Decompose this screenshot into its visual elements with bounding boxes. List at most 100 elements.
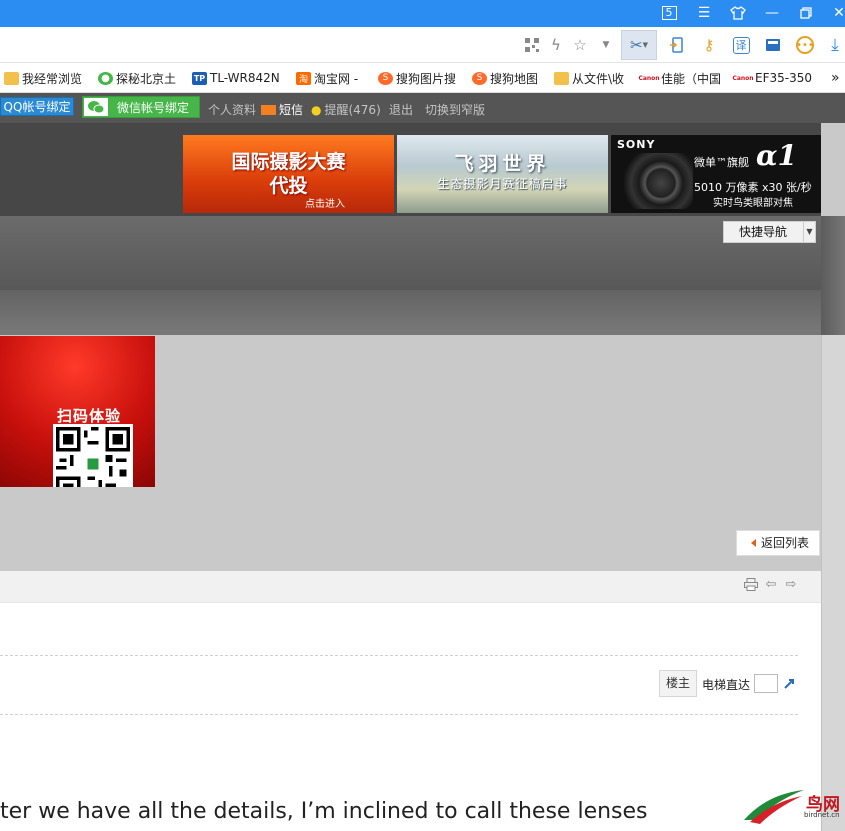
star-icon[interactable]: ☆ [570,35,590,55]
close-icon[interactable]: ✕ [829,4,845,22]
post-body-text: ter we have all the details, I’m incline… [0,799,648,824]
bookmark-label: 从文件\收 [572,71,625,86]
reminders-link[interactable]: ● 提醒(476) [311,101,381,118]
key-icon[interactable]: ⚷ [699,35,719,55]
elevator-label: 电梯直达 [702,678,751,692]
bookmark-item[interactable]: Canon 佳能（中国 [638,69,722,87]
translate-icon[interactable]: 译 [731,35,751,55]
sogou-icon: S [378,71,393,85]
minimize-icon[interactable]: — [762,4,782,22]
ad-title: 微单™旗舰 [694,156,749,169]
taobao-icon: 淘 [296,71,311,85]
screen-icon[interactable] [763,35,783,55]
logout-link[interactable]: 退出 [389,101,413,118]
messages-label: 短信 [279,103,304,117]
quick-nav-button[interactable]: 快捷导航 ▼ [723,221,816,243]
ad-subtitle: 代投 [269,175,308,197]
bookmarks-more-button[interactable]: » [831,69,840,87]
page-scrollbar[interactable] [821,335,845,831]
switch-width-link[interactable]: 切换到窄版 [425,101,485,118]
profile-link[interactable]: 个人资料 [208,101,256,118]
next-thread-icon[interactable]: ⇨ [783,576,799,592]
caret-left-icon [751,539,756,547]
envelope-icon [261,105,276,115]
ad-banner-feather-world[interactable]: 飞羽世界 生态摄影月赛征稿启事 [397,135,608,213]
bookmark-item[interactable]: TP TL-WR842N [192,69,280,87]
ad-cta: 点击进入 [305,199,345,210]
bird-logo-icon [744,790,804,824]
qr-code-icon[interactable] [522,35,542,55]
bookmark-label: 我经常浏览 [22,71,83,86]
lightning-icon[interactable]: ϟ [546,35,566,55]
download-icon[interactable]: ⤓ [825,35,845,55]
floor-number-input[interactable] [754,674,778,693]
ad-banner-contest[interactable]: 国际摄影大赛 代投 点击进入 [183,135,394,213]
ad-line1: 5010 万像素 x30 张/秒 [694,181,812,194]
emoji-icon[interactable]: ••• [795,35,815,55]
ad-brand: SONY [617,138,656,151]
post-panel-header: ⇦ ⇨ [0,571,821,603]
qq-bind-button[interactable]: QQ帐号绑定 [0,97,74,116]
restore-icon[interactable] [796,4,816,22]
reminders-label: 提醒(476) [324,103,381,117]
tp-link-icon: TP [192,71,207,85]
birdnet-logo: 鸟网 birdnet.cn [742,784,842,830]
print-icon[interactable] [743,576,759,592]
tab-count-label: 5 [661,6,677,20]
tab-count-icon[interactable]: 5 [659,4,679,22]
ad-title: 国际摄影大赛 [231,151,346,173]
dropdown-icon[interactable]: ▼ [596,35,616,55]
qr-promo-banner[interactable]: 扫码体验 [0,336,155,487]
wechat-bind-label: 微信帐号绑定 [117,101,190,115]
back-to-list-button[interactable]: 返回列表 [736,530,820,556]
messages-link[interactable]: 短信 [261,101,303,118]
camera-icon [621,153,693,209]
bookmark-item[interactable]: 从文件\收 [554,69,624,87]
canon-icon: Canon [732,74,754,82]
bookmark-label: TL-WR842N [210,71,280,85]
ad-title: 飞羽世界 [454,153,551,175]
bookmark-item[interactable]: S 搜狗地图 [472,69,538,87]
browser-titlebar: 5 ☰ — ✕ [0,0,845,27]
chevron-right-icon: » [831,70,840,86]
browser-toolbar: ϟ ☆ ▼ ✂ ▼ ⚷ 译 ••• ⤓ [0,27,845,63]
skin-icon[interactable] [728,4,748,22]
divider [0,714,798,715]
elevator-go-icon[interactable] [782,675,800,693]
bookmark-item[interactable]: 我经常浏览 [4,69,82,87]
post-panel: ⇦ ⇨ 楼主 电梯直达 ter we have all the details,… [0,571,821,831]
logo-domain: birdnet.cn [804,811,840,819]
main-nav-band [0,216,821,290]
wechat-icon: ● [98,71,113,85]
sogou-icon: S [472,71,487,85]
chevron-down-icon: ▼ [803,222,815,242]
sync-icon[interactable] [667,35,687,55]
ad-subtitle: 生态摄影月赛征稿启事 [437,177,568,191]
divider [0,655,798,656]
scissors-icon[interactable]: ✂ ▼ [621,30,657,60]
menu-icon[interactable]: ☰ [694,4,714,22]
ad-line2: 实时鸟类眼部对焦 [713,198,793,209]
bookmark-item[interactable]: S 搜狗图片搜 [378,69,456,87]
ad-banner-sony[interactable]: SONY 微单™旗舰 α1 5010 万像素 x30 张/秒 实时鸟类眼部对焦 [611,135,821,213]
ad-model: α1 [756,139,798,172]
bookmark-item[interactable]: ● 探秘北京土 [98,69,176,87]
back-to-list-label: 返回列表 [761,536,810,550]
bookmark-label: EF35-350 [755,71,812,85]
wechat-bind-button[interactable]: 微信帐号绑定 [82,96,200,118]
bookmark-label: 佳能（中国 [661,71,722,86]
bookmark-item[interactable]: Canon EF35-350 [732,69,812,87]
header-side-strip [821,216,845,335]
lightbulb-icon: ● [311,103,322,117]
folder-icon [554,71,569,85]
bookmark-label: 淘宝网 - [314,71,359,86]
floor-owner-button[interactable]: 楼主 [659,670,697,697]
bookmarks-bar: 我经常浏览 ● 探秘北京土 TP TL-WR842N 淘 淘宝网 - S 搜狗图… [0,63,845,93]
canon-icon: Canon [638,74,660,82]
previous-thread-icon[interactable]: ⇦ [763,576,779,592]
qr-code-icon [53,424,133,487]
site-user-bar: QQ帐号绑定 微信帐号绑定 个人资料 短信 ● 提醒(476) 退出 切换到窄版 [0,93,845,123]
bookmark-label: 搜狗图片搜 [396,71,457,86]
bookmark-item[interactable]: 淘 淘宝网 - [296,69,358,87]
folder-icon [4,71,19,85]
